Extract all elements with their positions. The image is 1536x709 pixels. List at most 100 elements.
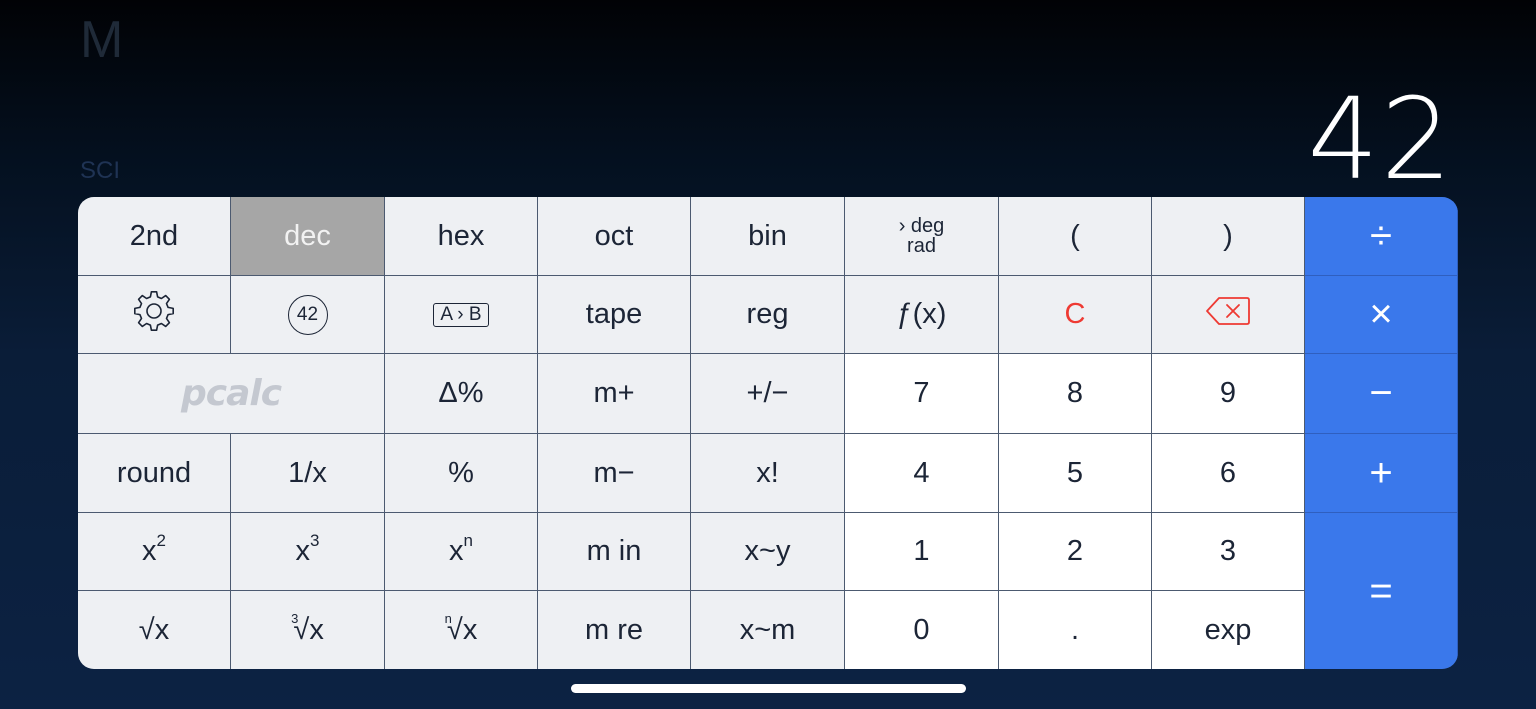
percent-key[interactable]: % [385,434,538,513]
functions-key[interactable]: ƒ(x) [845,276,999,354]
plus-minus-key[interactable]: +/− [691,354,845,434]
conversion-arrow: › [457,303,464,325]
cube-root-key[interactable]: 3 √ x [231,591,385,669]
memory-indicator: M [80,11,124,69]
digit-9-key[interactable]: 9 [1152,354,1305,434]
digit-6-label: 6 [1219,456,1237,489]
home-indicator[interactable] [571,684,966,693]
swap-xm-key[interactable]: x~m [691,591,845,669]
delta-percent-key[interactable]: Δ% [385,354,538,434]
digit-0-key[interactable]: 0 [845,591,999,669]
digit-4-key[interactable]: 4 [845,434,999,513]
clear-key[interactable]: C [999,276,1152,354]
close-paren-key[interactable]: ) [1152,197,1305,276]
digit-5-key[interactable]: 5 [999,434,1152,513]
backspace-icon [1205,296,1251,334]
conversion-a: A [440,303,453,325]
add-key[interactable]: + [1305,434,1458,513]
swap-xy-key[interactable]: x~y [691,513,845,591]
swap-xy-label: x~y [744,535,791,567]
nth-root-index: n [444,610,452,626]
deg-label: deg [910,215,945,237]
decimal-point-label: . [1070,613,1080,646]
display-value: 42 [1307,75,1454,205]
m-plus-label: m+ [593,377,635,409]
hex-label: hex [437,219,485,252]
add-label: + [1369,450,1393,495]
decimal-point-key[interactable]: . [999,591,1152,669]
second-label: 2nd [129,219,179,252]
digit-2-key[interactable]: 2 [999,513,1152,591]
pcalc-logo: pcalc [78,354,385,434]
memory-in-key[interactable]: m in [538,513,691,591]
digit-8-label: 8 [1066,377,1084,409]
decimal-mode-key[interactable]: dec [231,197,385,276]
binary-mode-key[interactable]: bin [691,197,845,276]
digit-7-label: 7 [913,377,930,409]
equals-key[interactable]: = [1305,513,1458,669]
open-paren-key[interactable]: ( [999,197,1152,276]
conversion-badge: A › B [433,302,489,327]
round-key[interactable]: round [78,434,231,513]
m-minus-label: m− [593,456,635,489]
backspace-key[interactable] [1152,276,1305,354]
power-key[interactable]: xn [385,513,538,591]
cube-key[interactable]: x3 [231,513,385,591]
digit-3-label: 3 [1219,535,1237,567]
digit-4-label: 4 [913,456,930,489]
swap-xm-label: x~m [739,613,796,646]
gear-icon [133,290,175,340]
digit-6-key[interactable]: 6 [1152,434,1305,513]
factorial-label: x! [756,456,779,489]
multiply-label: × [1369,292,1393,336]
nth-root-key[interactable]: n √ x [385,591,538,669]
conversion-b: B [468,303,482,325]
exponent-key[interactable]: exp [1152,591,1305,669]
reciprocal-label: 1/x [288,456,327,489]
oct-label: oct [594,219,634,252]
square-root-key[interactable]: √ x [78,591,231,669]
deg-rad-toggle-key[interactable]: › deg rad [845,197,999,276]
plus-minus-label: +/− [746,377,789,409]
digit-7-key[interactable]: 7 [845,354,999,434]
exp-label: exp [1204,613,1252,646]
second-function-key[interactable]: 2nd [78,197,231,276]
digit-0-label: 0 [913,613,930,646]
factorial-key[interactable]: x! [691,434,845,513]
power-base: x [449,535,464,567]
bin-label: bin [748,219,787,252]
settings-key[interactable] [78,276,231,354]
keypad: 2nd dec hex oct bin › deg rad ( ) ÷ 42 A… [78,197,1458,669]
round-label: round [116,456,192,489]
memory-plus-key[interactable]: m+ [538,354,691,434]
open-paren-label: ( [1070,219,1080,252]
delta-percent-label: Δ% [438,377,484,409]
square-exponent: 2 [156,530,166,550]
reciprocal-key[interactable]: 1/x [231,434,385,513]
multiply-key[interactable]: × [1305,276,1458,354]
digit-2-label: 2 [1066,535,1084,567]
clear-label: C [1064,298,1086,330]
square-key[interactable]: x2 [78,513,231,591]
reg-label: reg [746,298,789,330]
memory-minus-key[interactable]: m− [538,434,691,513]
constants-key[interactable]: 42 [231,276,385,354]
tape-key[interactable]: tape [538,276,691,354]
divide-key[interactable]: ÷ [1305,197,1458,276]
m-re-label: m re [585,613,643,646]
tape-label: tape [585,298,643,330]
octal-mode-key[interactable]: oct [538,197,691,276]
digit-5-label: 5 [1066,456,1084,489]
memory-recall-key[interactable]: m re [538,591,691,669]
digit-9-label: 9 [1219,377,1237,409]
digit-1-label: 1 [913,535,930,567]
rad-label: rad [907,235,936,257]
registers-key[interactable]: reg [691,276,845,354]
conversions-key[interactable]: A › B [385,276,538,354]
pcalc-logo-text: pcalc [180,373,282,414]
subtract-key[interactable]: − [1305,354,1458,434]
digit-8-key[interactable]: 8 [999,354,1152,434]
digit-1-key[interactable]: 1 [845,513,999,591]
hex-mode-key[interactable]: hex [385,197,538,276]
digit-3-key[interactable]: 3 [1152,513,1305,591]
